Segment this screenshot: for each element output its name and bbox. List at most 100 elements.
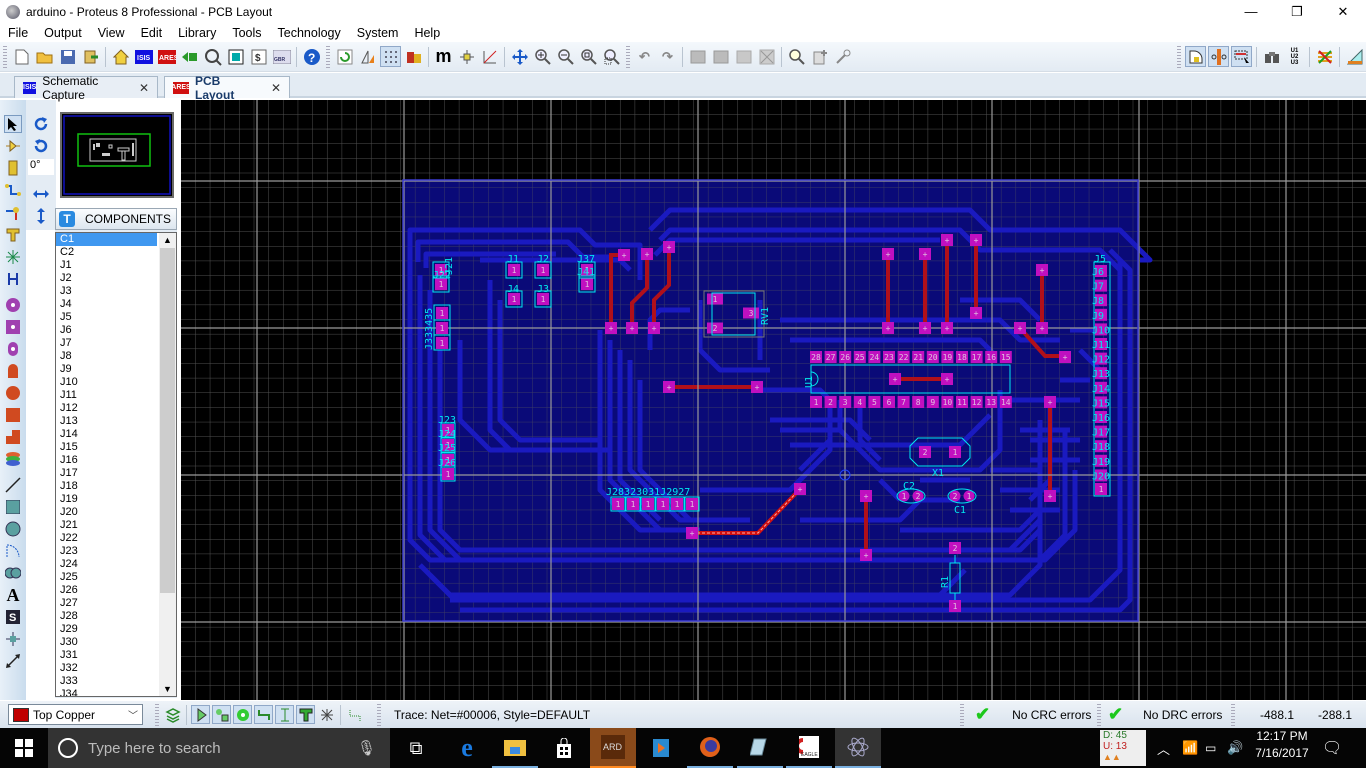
component-list-item[interactable]: J1 <box>56 259 157 272</box>
menu-file[interactable]: File <box>0 26 36 40</box>
component-list-item[interactable]: J21 <box>56 519 157 532</box>
path-tool-icon[interactable] <box>4 564 22 582</box>
component-list-item[interactable]: J8 <box>56 350 157 363</box>
select-region-icon[interactable] <box>1231 46 1252 67</box>
u1-pin-pad[interactable]: 6 <box>883 396 895 408</box>
home-icon[interactable] <box>110 46 131 67</box>
via-pad[interactable]: + <box>919 322 931 334</box>
overview-window[interactable] <box>60 112 174 198</box>
u1-pin-pad[interactable]: 27 <box>824 351 837 363</box>
connector-pad[interactable]: 1 <box>581 278 593 290</box>
search-tag-icon[interactable] <box>786 46 807 67</box>
action-center-icon[interactable]: 🗨 <box>1322 728 1344 768</box>
via-pad[interactable]: + <box>1036 322 1048 334</box>
close-tab-icon[interactable]: ✕ <box>139 81 149 95</box>
via-pad[interactable]: + <box>641 248 653 260</box>
via-pad[interactable]: + <box>626 322 638 334</box>
via-pad[interactable]: + <box>648 322 660 334</box>
annotate-icon[interactable]: U1 U2 U3 <box>1284 46 1305 67</box>
block-delete-icon[interactable] <box>756 46 777 67</box>
component-filter-icon[interactable] <box>191 705 210 724</box>
u1-pin-pad[interactable]: 11 <box>956 396 968 408</box>
block-copy-icon[interactable] <box>687 46 708 67</box>
windows-start-icon[interactable] <box>0 728 48 768</box>
crc-status[interactable]: No CRC errors <box>1012 708 1091 722</box>
components-header[interactable]: T COMPONENTS <box>55 208 177 230</box>
taskbar-search[interactable]: Type here to search 🎙 <box>48 728 390 768</box>
scroll-down-icon[interactable]: ▼ <box>159 682 176 696</box>
zone-filter-icon[interactable] <box>296 705 315 724</box>
selection-mode-icon[interactable] <box>4 115 22 133</box>
close-tab-icon[interactable]: ✕ <box>271 81 281 95</box>
dimension-filter-icon[interactable] <box>275 705 294 724</box>
save-icon[interactable] <box>57 46 78 67</box>
component-list-item[interactable]: J9 <box>56 363 157 376</box>
component-list-item[interactable]: C1 <box>56 233 157 246</box>
firefox-icon[interactable] <box>687 728 733 768</box>
component-list-item[interactable]: J29 <box>56 623 157 636</box>
connector-pad[interactable]: 1 <box>436 337 448 349</box>
network-monitor-widget[interactable]: D: 45 U: 13 ▲▲ <box>1100 730 1146 766</box>
drc-status[interactable]: No DRC errors <box>1143 708 1222 722</box>
zoom-out-icon[interactable] <box>555 46 576 67</box>
via-pad[interactable]: + <box>1036 264 1048 276</box>
dimension-tool-icon[interactable] <box>4 652 22 670</box>
ratsnest-mode-icon[interactable] <box>4 248 22 266</box>
eagle-icon[interactable]: EAGLE <box>786 728 832 768</box>
redo-icon[interactable]: ↷ <box>657 46 678 67</box>
component-list-item[interactable]: J27 <box>56 597 157 610</box>
menu-technology[interactable]: Technology <box>270 26 349 40</box>
u1-pin-pad[interactable]: 4 <box>853 396 866 408</box>
component-list-item[interactable]: J5 <box>56 311 157 324</box>
connector-pad[interactable]: 1 <box>1095 483 1107 495</box>
connector-pad[interactable]: 1 <box>671 498 683 510</box>
pan-icon[interactable] <box>509 46 530 67</box>
rv1-pad[interactable]: 1 <box>707 293 723 305</box>
component-list-item[interactable]: J33 <box>56 675 157 688</box>
pad-filter-icon[interactable] <box>212 705 231 724</box>
component-list-item[interactable]: J3 <box>56 285 157 298</box>
via-pad[interactable]: + <box>889 373 901 385</box>
component-list-item[interactable]: J28 <box>56 610 157 623</box>
component-list-item[interactable]: J13 <box>56 415 157 428</box>
rotate-anticlockwise-icon[interactable] <box>32 137 50 155</box>
connection-filter-icon[interactable] <box>345 705 364 724</box>
u1-pin-pad[interactable]: 17 <box>970 351 983 363</box>
notepad-icon[interactable] <box>737 728 783 768</box>
file-explorer-icon[interactable] <box>492 728 538 768</box>
u1-pin-pad[interactable]: 16 <box>985 351 998 363</box>
smt-round-pad-icon[interactable] <box>4 384 22 402</box>
rotation-angle-field[interactable]: 0° <box>28 159 54 175</box>
box-tool-icon[interactable] <box>4 498 22 516</box>
component-list-item[interactable]: J26 <box>56 584 157 597</box>
arduino-ide-icon[interactable]: ARD <box>590 728 636 768</box>
router-icon[interactable] <box>1208 46 1229 67</box>
menu-view[interactable]: View <box>90 26 133 40</box>
u1-pin-pad[interactable]: 9 <box>926 396 939 408</box>
connector-pad[interactable]: 1 <box>627 498 639 510</box>
component-mode-icon[interactable] <box>202 46 223 67</box>
rotate-clockwise-icon[interactable] <box>32 115 50 133</box>
ratsnest-filter-icon[interactable] <box>317 705 336 724</box>
origin-icon[interactable] <box>456 46 477 67</box>
grid-icon[interactable] <box>380 46 401 67</box>
back-icon[interactable] <box>179 46 200 67</box>
import-icon[interactable] <box>80 46 101 67</box>
layers-icon[interactable] <box>403 46 424 67</box>
zoom-in-icon[interactable] <box>532 46 553 67</box>
find-icon[interactable] <box>1261 46 1282 67</box>
pick-devices-icon[interactable]: T <box>59 211 75 227</box>
wifi-icon[interactable]: 📶 <box>1182 728 1198 768</box>
component-list-item[interactable]: J20 <box>56 506 157 519</box>
via-pad[interactable]: + <box>919 248 931 260</box>
package-mode-icon[interactable] <box>4 159 22 177</box>
connector-pad[interactable]: 1 <box>436 322 448 334</box>
via-mode-icon[interactable] <box>4 204 22 222</box>
connector-pad[interactable]: 1 <box>686 498 698 510</box>
u1-pin-pad[interactable]: 2 <box>824 396 837 408</box>
component-list-item[interactable]: J34 <box>56 688 157 696</box>
help-icon[interactable]: ? <box>301 46 322 67</box>
marker-tool-icon[interactable] <box>4 630 22 648</box>
u1-pin-pad[interactable]: 20 <box>926 351 939 363</box>
via-pad[interactable]: + <box>882 322 894 334</box>
